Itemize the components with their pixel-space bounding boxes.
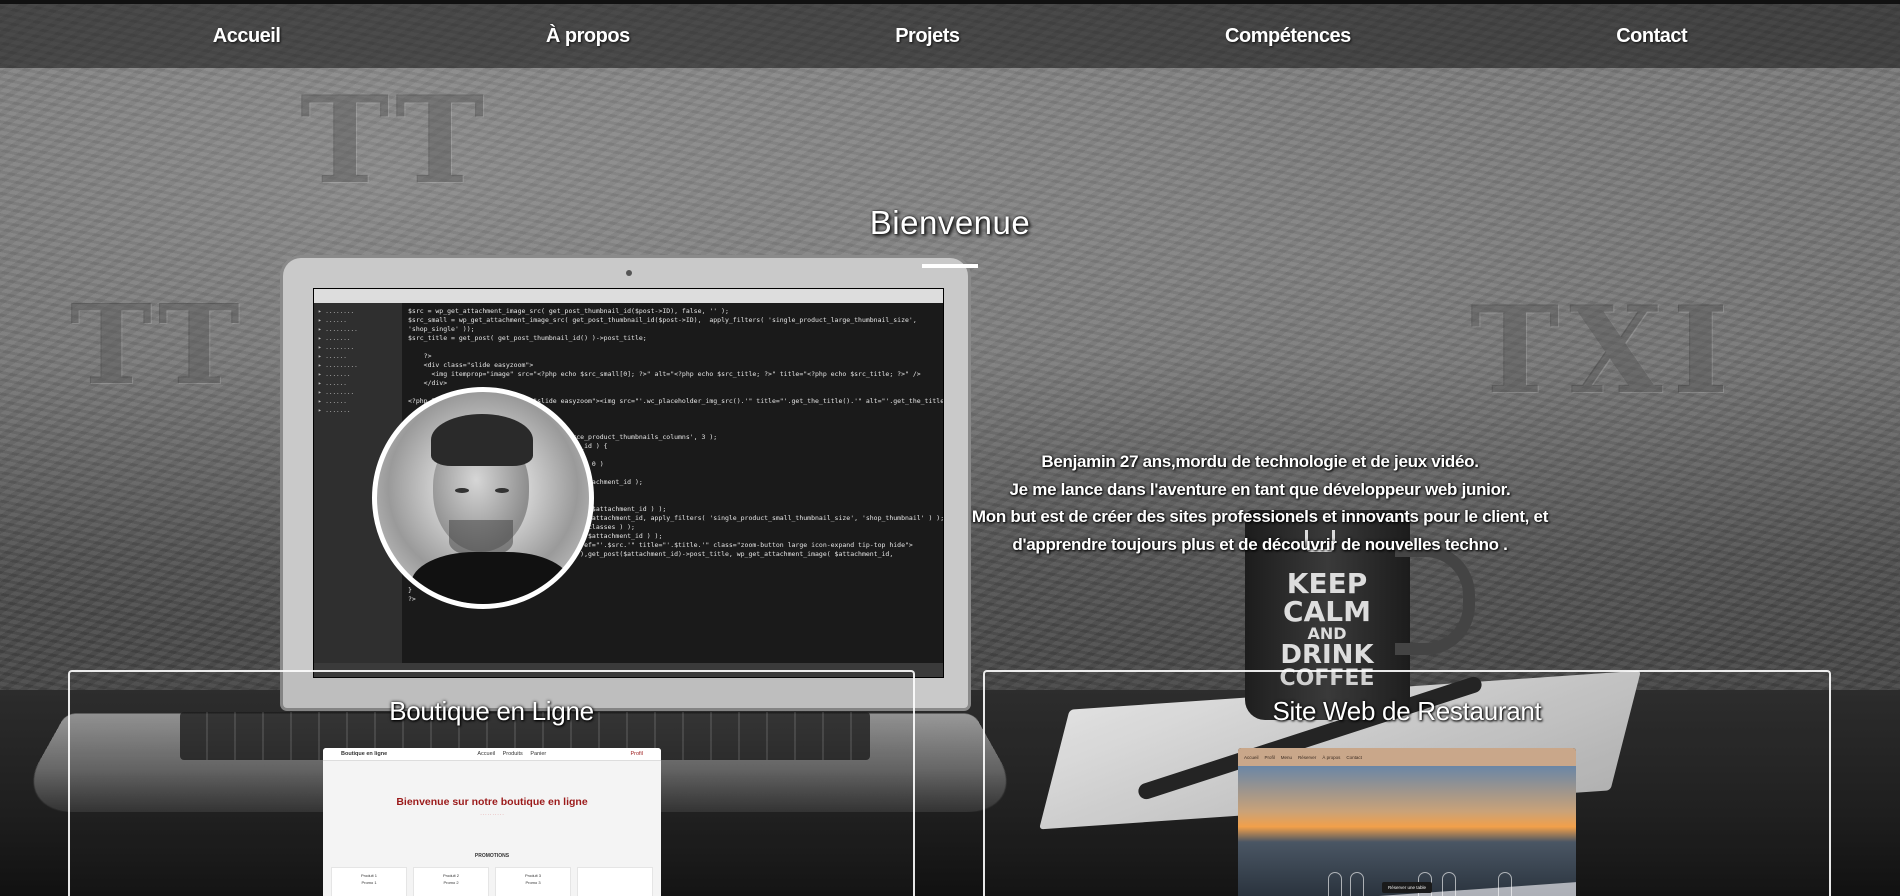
coffee-mug-handle xyxy=(1395,545,1475,655)
preview-product-grid: Produit 1 Promo 1 Produit 2 Promo 2 Produi… xyxy=(323,867,661,896)
wine-glass-icon xyxy=(1350,872,1364,896)
project-card-boutique: Boutique en Ligne Boutique en ligne Accu… xyxy=(68,670,915,896)
preview-product-card xyxy=(577,867,653,896)
preview-hero-image: Réserver une table xyxy=(1238,766,1576,896)
nav-contact[interactable]: Contact xyxy=(1616,25,1687,48)
wine-glass-icon xyxy=(1442,872,1456,896)
project-title: Site Web de Restaurant xyxy=(1272,696,1542,726)
project-preview-restaurant[interactable]: Accueil Profil Menu Réserver À propos Co… xyxy=(1238,748,1576,896)
nav-projets[interactable]: Projets xyxy=(895,25,960,48)
nav-accueil[interactable]: Accueil xyxy=(213,25,281,48)
project-card-restaurant: Site Web de Restaurant Accueil Profil Me… xyxy=(983,670,1831,896)
preview-product-card: Produit 2 Promo 2 xyxy=(413,867,489,896)
nav-competences[interactable]: Compétences xyxy=(1225,25,1351,48)
main-navigation: Accueil À propos Projets Compétences Con… xyxy=(0,0,1900,68)
preview-hero-subtitle: · · · · · · · · · · xyxy=(480,812,504,817)
hero-title: Bienvenue xyxy=(869,204,1031,241)
webcam xyxy=(625,270,632,276)
project-preview-boutique[interactable]: Boutique en ligne Accueil Produits Panie… xyxy=(323,748,661,896)
wall-carving: TXI xyxy=(1470,280,1739,421)
preview-section-title: PROMOTIONS xyxy=(474,853,510,859)
bio-text: Benjamin 27 ans,mordu de technologie et … xyxy=(960,448,1560,558)
wall-carving: TT xyxy=(300,70,495,211)
editor-titlebar xyxy=(314,289,943,303)
wall-carving: TT xyxy=(70,280,250,409)
nav-a-propos[interactable]: À propos xyxy=(546,25,630,48)
preview-cta-button: Réserver une table xyxy=(1382,882,1433,893)
preview-hero-title: Bienvenue sur notre boutique en ligne xyxy=(396,796,588,808)
bio-line: Je me lance dans l'aventure en tant que … xyxy=(1009,479,1511,499)
wine-glass-icon xyxy=(1498,872,1512,896)
preview-product-card: Produit 1 Promo 1 xyxy=(331,867,407,896)
bio-line: Benjamin 27 ans,mordu de technologie et … xyxy=(1041,452,1479,471)
wine-glass-icon xyxy=(1328,872,1342,896)
bio-line: d'apprendre toujours plus et de découvri… xyxy=(1012,534,1508,554)
profile-avatar xyxy=(372,387,594,609)
bio-line: Mon but est de créer des sites professio… xyxy=(971,507,1549,526)
preview-navbar: Accueil Profil Menu Réserver À propos Co… xyxy=(1238,748,1576,766)
preview-product-card: Produit 3 Promo 3 xyxy=(495,867,571,896)
title-underline xyxy=(922,264,978,268)
project-title: Boutique en Ligne xyxy=(389,696,594,726)
preview-navbar: Boutique en ligne Accueil Produits Panie… xyxy=(323,748,661,761)
